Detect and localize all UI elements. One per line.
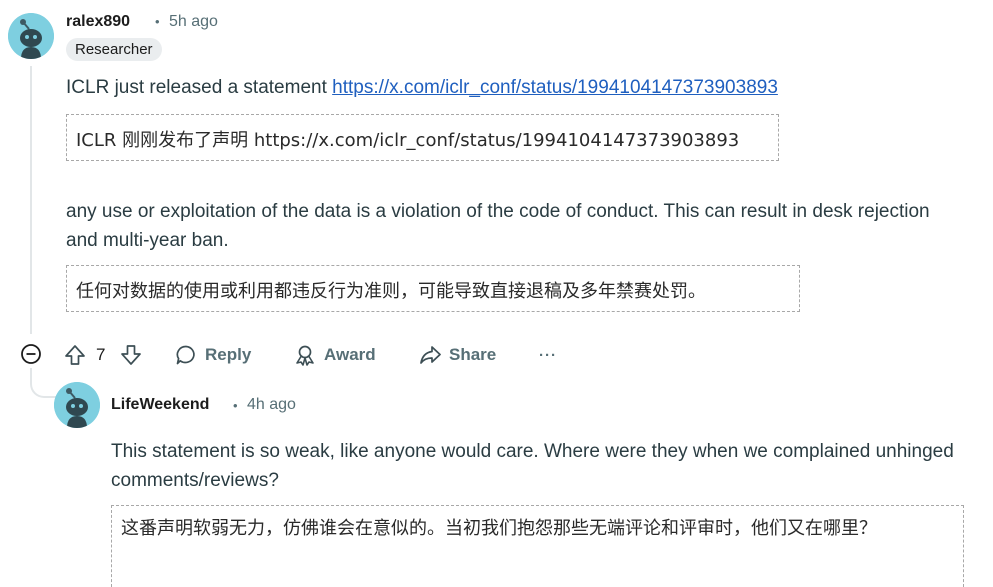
reply-thread-connector [30, 368, 56, 398]
user-flair: Researcher [66, 38, 162, 61]
avatar[interactable] [8, 13, 54, 59]
reply-label: Reply [205, 345, 252, 364]
collapse-minus-icon [21, 344, 41, 364]
downvote-button[interactable] [120, 340, 142, 370]
upvote-arrow-icon [65, 345, 85, 365]
snoo-avatar-icon [8, 13, 54, 59]
reply-meta-separator: • [233, 398, 238, 413]
reply-timestamp[interactable]: 4h ago [247, 396, 296, 414]
translation-box-2: 任何对数据的使用或利用都违反行为准则，可能导致直接退稿及多年禁赛处罚。 [66, 265, 800, 312]
award-button[interactable]: Award [294, 340, 376, 370]
award-medal-icon [296, 345, 314, 366]
share-arrow-icon [420, 346, 441, 364]
comment-text-1: ICLR just released a statement https://x… [66, 73, 966, 102]
translation-text-1: ICLR 刚刚发布了声明 https://x.com/iclr_conf/sta… [76, 130, 740, 151]
reply-username[interactable]: LifeWeekend [111, 396, 209, 414]
collapse-button[interactable] [20, 343, 42, 365]
reply-translation-box: 这番声明软弱无力，仿佛谁会在意似的。当初我们抱怨那些无端评论和评审时，他们又在哪… [111, 505, 964, 587]
more-options-button[interactable]: ··· [539, 340, 557, 370]
thread-line [30, 66, 32, 334]
comment-bubble-icon [176, 345, 195, 365]
snoo-avatar-icon [54, 382, 100, 428]
upvote-button[interactable] [64, 340, 92, 370]
downvote-arrow-icon [121, 345, 141, 365]
reply-translation-text: 这番声明软弱无力，仿佛谁会在意似的。当初我们抱怨那些无端评论和评审时，他们又在哪… [121, 518, 877, 539]
comment-text-prefix: ICLR just released a statement [66, 77, 333, 98]
reply-text: This statement is so weak, like anyone w… [111, 441, 954, 491]
meta-separator: • [155, 14, 160, 29]
comment-username[interactable]: ralex890 [66, 13, 130, 31]
comment-text-2: any use or exploitation of the data is a… [66, 201, 930, 251]
vote-count: 7 [96, 345, 106, 364]
reply-avatar[interactable] [54, 382, 100, 428]
translation-text-2: 任何对数据的使用或利用都违反行为准则，可能导致直接退稿及多年禁赛处罚。 [76, 281, 706, 302]
translation-box-1: ICLR 刚刚发布了声明 https://x.com/iclr_conf/sta… [66, 114, 779, 161]
reply-button[interactable]: Reply [175, 340, 251, 370]
share-button[interactable]: Share [419, 340, 496, 370]
share-label: Share [449, 345, 497, 364]
comment-timestamp[interactable]: 5h ago [169, 13, 218, 31]
status-link[interactable]: https://x.com/iclr_conf/status/199410414… [332, 77, 778, 98]
award-label: Award [324, 345, 376, 364]
